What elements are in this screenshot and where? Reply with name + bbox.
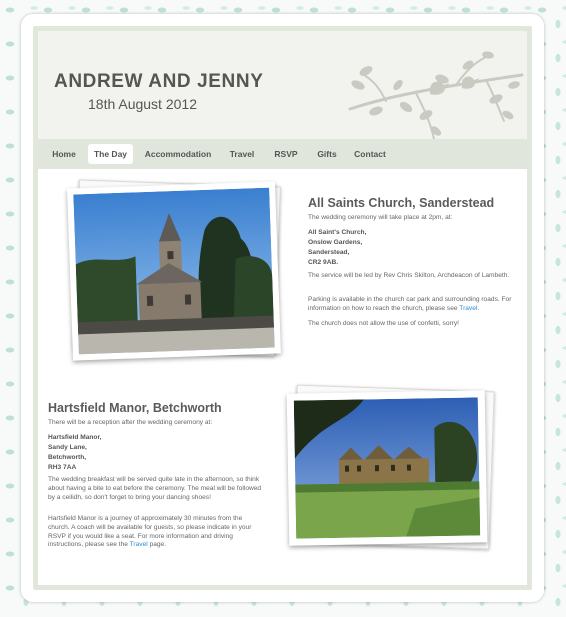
content-frame: ANDREW AND JENNY 18th August 2012 Home T… [33,26,532,590]
parking-end: . [477,304,480,312]
photo-frame [286,390,488,546]
nav-rsvp[interactable]: RSVP [270,144,302,164]
manor-address: Hartsfield Manor, Sandy Lane, Betchworth… [48,433,102,473]
address-line: Sandy Lane, [48,444,87,451]
travel-link[interactable]: Travel [459,305,477,312]
manor-image [293,397,481,539]
address-line: Sanderstead, [308,249,350,256]
church-parking-text: Parking is available in the church car p… [308,296,513,314]
church-confetti-text: The church does not allow the use of con… [308,320,460,327]
address-line: Onslow Gardens, [308,239,363,246]
manor-intro: There will be a reception after the wedd… [48,419,213,426]
manor-journey-text: Hartsfield Manor is a journey of approxi… [48,515,263,550]
nav-the-day[interactable]: The Day [88,144,133,164]
photo-frame [67,181,281,361]
address-line: Hartsfield Manor, [48,434,102,441]
travel-link[interactable]: Travel [130,541,148,548]
main-nav: Home The Day Accommodation Travel RSVP G… [38,139,527,169]
bird-branch-icon [348,51,524,140]
page-card: ANDREW AND JENNY 18th August 2012 Home T… [21,14,544,602]
nav-accommodation[interactable]: Accommodation [142,144,214,164]
address-line: Betchworth, [48,454,87,461]
nav-home[interactable]: Home [46,144,82,164]
wedding-date: 18th August 2012 [88,96,197,112]
nav-gifts[interactable]: Gifts [312,144,342,164]
manor-title: Hartsfield Manor, Betchworth [48,401,222,415]
church-image [73,187,275,355]
church-service-text: The service will be led by Rev Chris Ski… [308,272,510,279]
address-line: All Saint's Church, [308,229,367,236]
nav-contact[interactable]: Contact [350,144,390,164]
church-photo [67,179,285,371]
manor-breakfast-text: The wedding breakfast will be served qui… [48,476,262,501]
site-title: ANDREW AND JENNY [54,71,264,92]
address-line: RH3 7AA [48,464,77,471]
site-header: ANDREW AND JENNY 18th August 2012 [38,31,527,140]
manor-photo [286,384,503,564]
address-line: CR2 9AB. [308,259,339,266]
journey-end: page. [149,541,167,549]
parking-text: Parking is available in the church car p… [308,296,512,312]
church-address: All Saint's Church, Onslow Gardens, Sand… [308,228,366,268]
church-title: All Saints Church, Sanderstead [308,196,495,210]
church-intro: The wedding ceremony will take place at … [308,214,453,221]
nav-travel[interactable]: Travel [224,144,260,164]
